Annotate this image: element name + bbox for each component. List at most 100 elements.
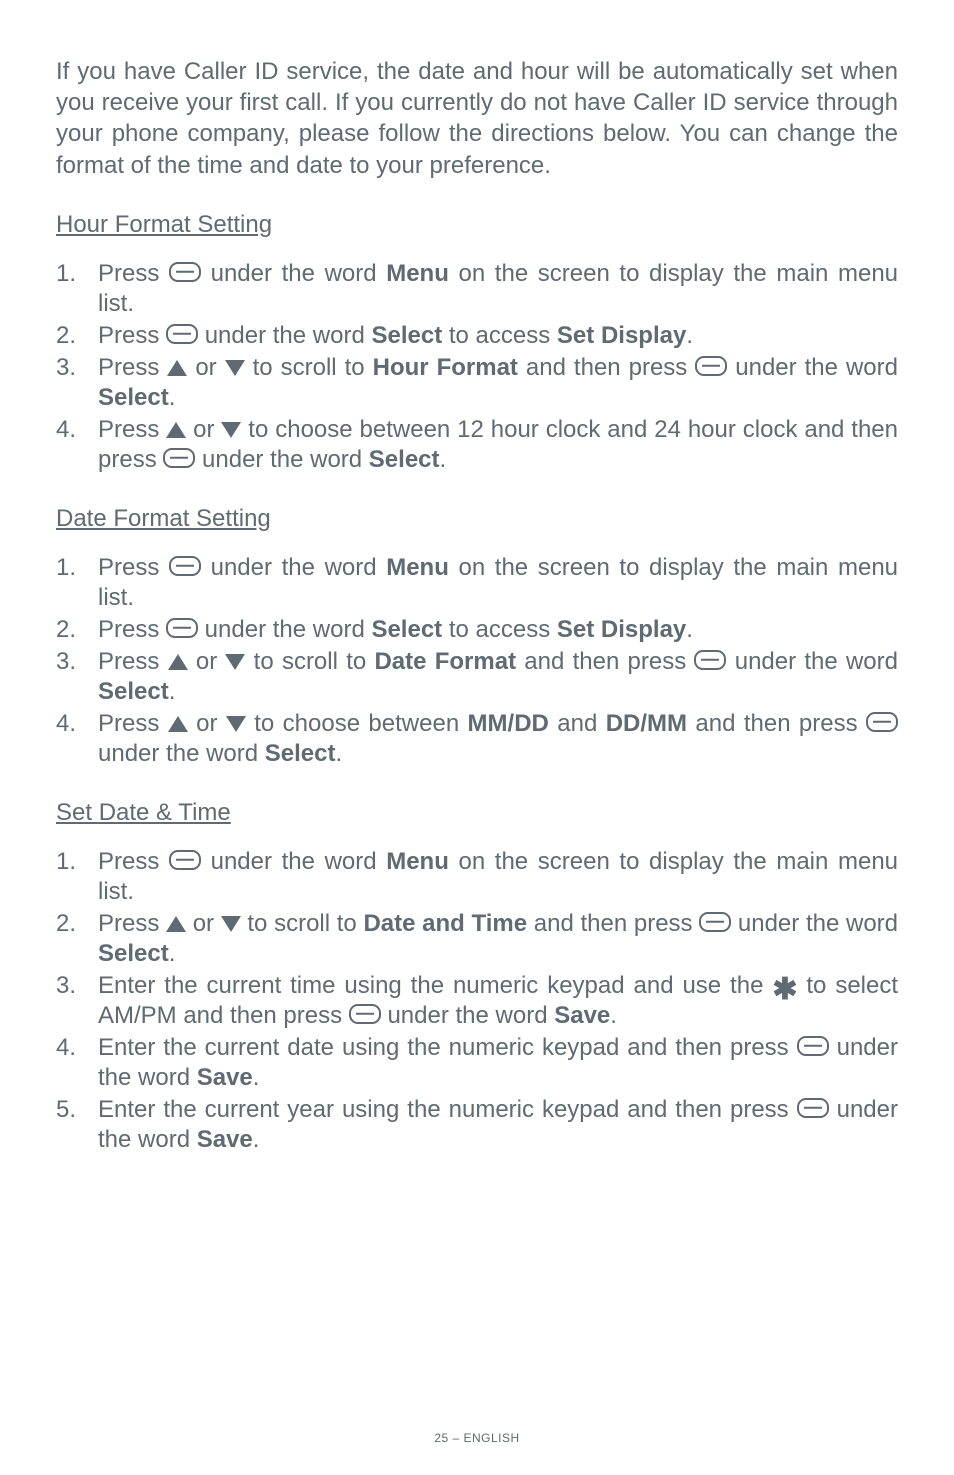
step-text: Enter the current year using the numeric… (98, 1096, 797, 1123)
step-text: Press (98, 260, 159, 287)
step-number: 1. (56, 259, 76, 289)
step-text: under the word (726, 648, 898, 675)
up-arrow-icon (167, 360, 187, 376)
list-item: 4. Press or to choose between 12 hour cl… (56, 415, 898, 475)
step-text: to scroll to (253, 354, 373, 381)
heading-date-format: Date Format Setting (56, 505, 898, 533)
step-text: Press (98, 322, 159, 349)
step-text: under the word (727, 354, 898, 381)
softkey-icon (694, 650, 726, 670)
step-text: and then press (527, 910, 699, 937)
down-arrow-icon (225, 654, 245, 670)
bold-select: Select (265, 740, 336, 767)
step-text: or (186, 416, 221, 443)
softkey-icon (166, 324, 198, 344)
softkey-icon (695, 356, 727, 376)
step-text: Press (98, 648, 168, 675)
step-text: under the word (211, 848, 387, 875)
step-text: under the word (205, 322, 372, 349)
step-text: under the word (731, 910, 898, 937)
step-text: Press (98, 416, 166, 443)
heading-hour-format: Hour Format Setting (56, 211, 898, 239)
step-text: . (686, 322, 693, 349)
step-text: and (549, 710, 606, 737)
date-format-steps: 1. Press under the word Menu on the scre… (56, 553, 898, 769)
softkey-icon (349, 1004, 381, 1024)
step-number: 4. (56, 415, 76, 445)
up-arrow-icon (168, 654, 188, 670)
bold-menu: Menu (386, 848, 449, 875)
step-text: to choose between (254, 710, 467, 737)
set-date-time-steps: 1. Press under the word Menu on the scre… (56, 847, 898, 1155)
bold-select: Select (371, 322, 442, 349)
step-text: or (196, 710, 226, 737)
step-text: . (169, 384, 176, 411)
bold-date-and-time: Date and Time (363, 910, 527, 937)
list-item: 3. Enter the current time using the nume… (56, 971, 898, 1031)
step-text: . (169, 678, 176, 705)
list-item: 1. Press under the word Menu on the scre… (56, 847, 898, 907)
bold-set-display: Set Display (557, 322, 686, 349)
step-text: Press (98, 616, 166, 643)
bold-select: Select (369, 446, 440, 473)
bold-select: Select (98, 940, 169, 967)
list-item: 2. Press under the word Select to access… (56, 615, 898, 645)
step-text: Press (98, 554, 169, 581)
bold-save: Save (197, 1064, 253, 1091)
step-text: and then press (518, 354, 695, 381)
step-text: . (610, 1002, 617, 1029)
step-text: under the word (211, 554, 387, 581)
softkey-icon (163, 448, 195, 468)
step-text: Press (98, 910, 166, 937)
down-arrow-icon (221, 916, 241, 932)
bold-select: Select (98, 678, 169, 705)
step-text: Enter the current date using the numeric… (98, 1034, 797, 1061)
step-text: . (336, 740, 343, 767)
step-text: . (253, 1126, 260, 1153)
intro-paragraph: If you have Caller ID service, the date … (56, 56, 898, 181)
up-arrow-icon (166, 422, 186, 438)
list-item: 3. Press or to scroll to Hour Format and… (56, 353, 898, 413)
hour-format-steps: 1. Press under the word Menu on the scre… (56, 259, 898, 475)
step-number: 3. (56, 647, 76, 677)
step-text: under the word (98, 740, 265, 767)
softkey-icon (866, 712, 898, 732)
step-text: to access (442, 616, 557, 643)
bold-save: Save (554, 1002, 610, 1029)
step-text: Press (98, 710, 168, 737)
step-text: under the word (211, 260, 387, 287)
step-number: 4. (56, 1033, 76, 1063)
step-text: . (440, 446, 447, 473)
bold-save: Save (197, 1126, 253, 1153)
softkey-icon (169, 262, 201, 282)
step-text: under the word (381, 1002, 554, 1029)
list-item: 3. Press or to scroll to Date Format and… (56, 647, 898, 707)
step-text: to scroll to (245, 648, 374, 675)
step-number: 1. (56, 553, 76, 583)
softkey-icon (797, 1036, 829, 1056)
step-text: or (195, 354, 224, 381)
down-arrow-icon (226, 716, 246, 732)
bold-ddmm: DD/MM (606, 710, 687, 737)
softkey-icon (166, 618, 198, 638)
step-text: to scroll to (247, 910, 363, 937)
bold-date-format: Date Format (374, 648, 516, 675)
list-item: 2. Press under the word Select to access… (56, 321, 898, 351)
softkey-icon (797, 1098, 829, 1118)
up-arrow-icon (166, 916, 186, 932)
bold-menu: Menu (386, 554, 449, 581)
softkey-icon (169, 556, 201, 576)
down-arrow-icon (225, 360, 245, 376)
step-number: 3. (56, 971, 76, 1001)
list-item: 4. Enter the current date using the nume… (56, 1033, 898, 1093)
list-item: 4. Press or to choose between MM/DD and … (56, 709, 898, 769)
softkey-icon (169, 850, 201, 870)
step-text: to access (442, 322, 557, 349)
softkey-icon (699, 912, 731, 932)
step-text: . (253, 1064, 260, 1091)
list-item: 5. Enter the current year using the nume… (56, 1095, 898, 1155)
heading-set-date-time: Set Date & Time (56, 799, 898, 827)
step-text: Enter the current time using the numeric… (98, 972, 772, 999)
step-number: 2. (56, 321, 76, 351)
list-item: 1. Press under the word Menu on the scre… (56, 553, 898, 613)
